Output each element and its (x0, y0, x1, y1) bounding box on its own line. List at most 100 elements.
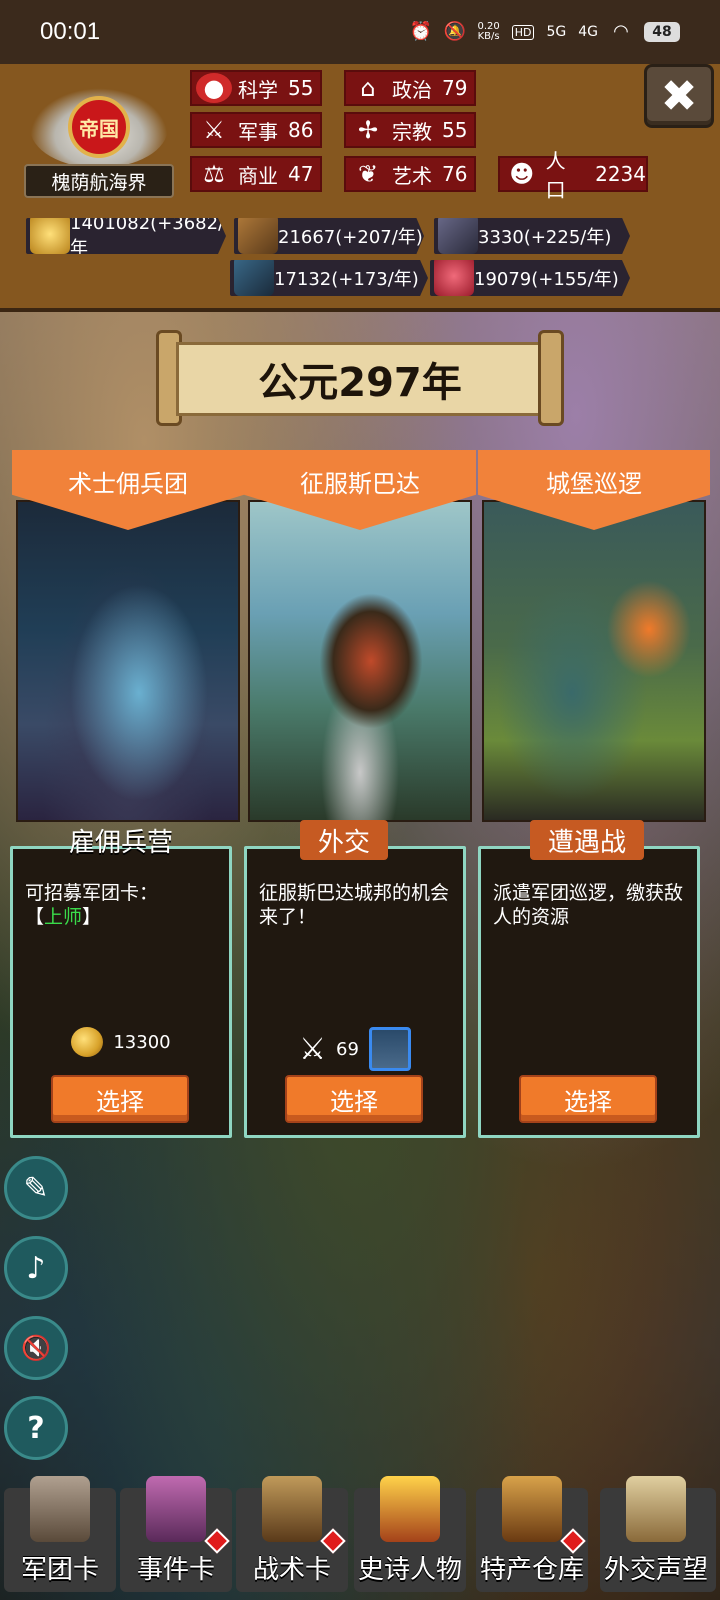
stat-art[interactable]: ❦ 艺术 76 (344, 156, 476, 192)
art-icon: ❦ (357, 160, 379, 188)
card-type-label: 遭遇战 (530, 820, 645, 860)
stat-label: 商业 (238, 163, 278, 188)
clock: 00:01 (40, 18, 101, 45)
stone-icon (438, 218, 478, 254)
stat-science[interactable]: ● 科学 55 (190, 70, 322, 106)
nav-tactic-cards[interactable]: 战术卡 (236, 1476, 348, 1592)
net-speed: 0.20 KB/s (477, 22, 499, 42)
helmet-icon (30, 1476, 90, 1542)
card-detail-2: 征服斯巴达城邦的机会来了！ ⚔ 69 选择 (244, 846, 466, 1138)
card-description: 派遣军团巡逻，缴获敌人的资源 (493, 882, 684, 928)
close-button[interactable]: ✖ (644, 64, 714, 128)
sound-toggle-button[interactable]: 🔇 (4, 1316, 68, 1380)
stat-value: 2234 (595, 162, 646, 186)
unit-highlight: 上师 (44, 906, 83, 928)
religion-icon: ✢ (357, 116, 379, 144)
nav-label: 军团卡 (20, 1555, 99, 1585)
resource-text: 3330(+225/年) (478, 227, 612, 248)
event-card-1[interactable]: 术士佣兵团 (12, 450, 244, 826)
gold-icon (30, 218, 70, 254)
politics-icon: ⌂ (360, 74, 376, 102)
stat-label: 政治 (392, 77, 432, 102)
stat-value: 55 (442, 118, 468, 142)
quest-log-icon: ✎ (23, 1170, 49, 1206)
nav-diplomatic-reputation[interactable]: 外交声望 (600, 1476, 716, 1592)
music-toggle-button[interactable]: ♪ (4, 1236, 68, 1300)
requirement-value: 69 (336, 1038, 359, 1060)
card-art-warlock (16, 500, 240, 822)
stat-politics[interactable]: ⌂ 政治 79 (344, 70, 476, 106)
status-icons: ⏰ 🔕 0.20 KB/s HD 5G 4G ◠ 48 (409, 22, 680, 42)
resource-iron[interactable]: 17132(+173/年) (230, 260, 428, 296)
cost-value: 13300 (113, 1031, 171, 1053)
stat-value: 86 (288, 118, 314, 142)
help-icon: ? (27, 1410, 45, 1446)
gold-coin-icon (71, 1027, 104, 1057)
nav-label: 史诗人物 (357, 1555, 462, 1585)
net-speed-unit: KB/s (477, 31, 500, 42)
empire-name: 槐荫航海界 (24, 164, 174, 198)
mute-icon: 🔕 (443, 21, 466, 42)
military-icon: ⚔ (203, 116, 225, 144)
resource-text: 21667(+207/年) (278, 227, 423, 248)
iron-icon (234, 260, 274, 296)
empire-emblem[interactable]: 帝国 槐荫航海界 (24, 78, 174, 204)
sound-off-icon: 🔇 (21, 1334, 51, 1362)
bracket-close: 】 (82, 906, 102, 928)
alarm-icon: ⏰ (409, 21, 432, 42)
nav-label: 特产仓库 (479, 1555, 584, 1585)
event-card-2[interactable]: 征服斯巴达 (244, 450, 476, 826)
population-icon: ☻ (509, 160, 535, 188)
chest-icon (502, 1476, 562, 1542)
battery-indicator: 48 (644, 22, 680, 42)
nav-legion-cards[interactable]: 军团卡 (4, 1476, 116, 1592)
stat-value: 76 (442, 162, 468, 186)
resource-wood[interactable]: 21667(+207/年) (234, 218, 424, 254)
stat-value: 79 (442, 76, 468, 100)
legion-card-icon (368, 1027, 411, 1071)
event-card-3[interactable]: 城堡巡逻 (478, 450, 710, 826)
nav-label: 战术卡 (252, 1555, 331, 1585)
wood-icon (238, 218, 278, 254)
stat-value: 55 (288, 76, 314, 100)
nav-label: 事件卡 (136, 1555, 215, 1585)
music-off-icon: ♪ (26, 1250, 46, 1286)
select-button[interactable]: 选择 (285, 1075, 423, 1123)
stat-label: 艺术 (392, 163, 432, 188)
stat-population[interactable]: ☻ 人口 2234 (498, 149, 648, 202)
select-button[interactable]: 选择 (51, 1075, 189, 1123)
resource-meat[interactable]: 19079(+155/年) (430, 260, 630, 296)
crown-icon (380, 1476, 440, 1542)
scroll-icon (146, 1476, 206, 1542)
card-description: 可招募军团卡： 【上师】 (25, 881, 221, 929)
nav-event-cards[interactable]: 事件卡 (120, 1476, 232, 1592)
resource-stone[interactable]: 3330(+225/年) (434, 218, 630, 254)
stat-commerce[interactable]: ⚖ 商业 47 (190, 156, 322, 192)
stat-religion[interactable]: ✢ 宗教 55 (344, 112, 476, 148)
signal-5g: 5G (546, 24, 567, 40)
card-art-spartan (248, 500, 472, 822)
resource-gold[interactable]: 1401082(+3682/年 (26, 218, 226, 254)
resource-text: 19079(+155/年) (474, 269, 619, 290)
card-detail-3: 派遣军团巡逻，缴获敌人的资源 选择 (478, 846, 700, 1138)
select-button[interactable]: 选择 (519, 1075, 657, 1123)
card-art-castle-patrol (482, 500, 706, 822)
nav-epic-characters[interactable]: 史诗人物 (354, 1476, 466, 1592)
emblem-shield: 帝国 (68, 96, 130, 158)
signal-4g: 4G (578, 24, 598, 40)
nav-label: 外交声望 (603, 1555, 708, 1585)
bottom-nav: 军团卡 事件卡 战术卡 史诗人物 特产仓库 外交声望 (0, 1476, 720, 1600)
card-type-label: 雇佣兵营 (68, 827, 173, 858)
stat-military[interactable]: ⚔ 军事 86 (190, 112, 322, 148)
nav-specialty-warehouse[interactable]: 特产仓库 (476, 1476, 588, 1592)
stat-label: 人口 (545, 149, 566, 202)
year-banner: 公元297年 (156, 330, 564, 426)
shield-swords-icon (262, 1476, 322, 1542)
stat-label: 宗教 (392, 119, 432, 144)
system-status-bar: 00:01 ⏰ 🔕 0.20 KB/s HD 5G 4G ◠ 48 (0, 0, 720, 64)
resource-text: 1401082(+3682/年 (70, 212, 225, 259)
empire-header: 帝国 槐荫航海界 ● 科学 55 ⌂ 政治 79 ⚔ 军事 86 ✢ 宗教 55… (0, 64, 720, 312)
wifi-icon: ◠ (613, 21, 629, 42)
quest-log-button[interactable]: ✎ (4, 1156, 68, 1220)
help-button[interactable]: ? (4, 1396, 68, 1460)
